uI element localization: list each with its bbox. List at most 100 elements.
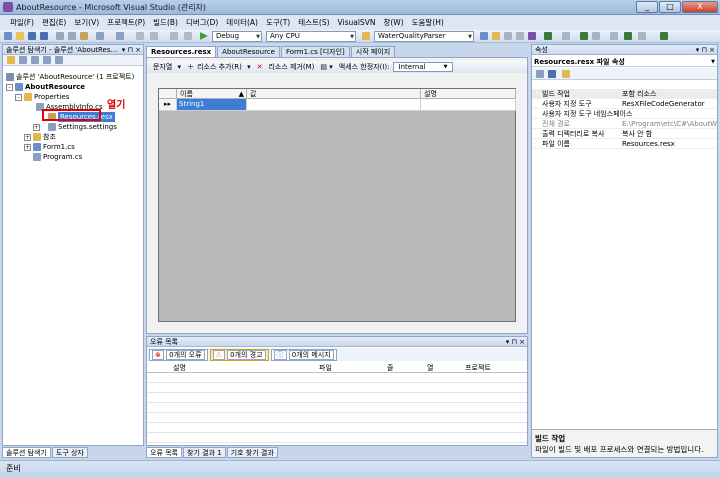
- tree-node-form1[interactable]: Form1.cs: [33, 142, 75, 152]
- messages-filter-button[interactable]: ⓘ 0개의 메시지: [270, 348, 337, 361]
- remove-resource-button[interactable]: 리소스 제거(M): [265, 62, 317, 72]
- toolbar-overflow-icon[interactable]: [660, 32, 668, 40]
- navigate-back-icon[interactable]: [136, 32, 144, 40]
- properties-icon[interactable]: [7, 56, 15, 64]
- alphabetical-icon[interactable]: [548, 70, 556, 78]
- add-resource-button[interactable]: ＋ 리소스 추가(R) ▾: [184, 62, 254, 72]
- property-row-custom-tool[interactable]: 사용자 지정 도구 ResXFileCodeGenerator: [532, 99, 717, 109]
- svn-update-icon[interactable]: [592, 32, 600, 40]
- expand-icon[interactable]: +: [24, 134, 31, 141]
- column-header-comment[interactable]: 설명: [421, 89, 516, 99]
- column-file[interactable]: 파일: [319, 363, 332, 373]
- find-in-files-icon[interactable]: [362, 32, 370, 40]
- tab-find-symbol-results[interactable]: 기호 찾기 결과: [226, 447, 278, 458]
- menu-tools[interactable]: 도구(T): [262, 17, 294, 28]
- toolbox-icon[interactable]: [516, 32, 524, 40]
- property-row-custom-tool-namespace[interactable]: 사용자 지정 도구 네임스페이스: [532, 109, 717, 119]
- access-modifier-select[interactable]: Internal ▼: [392, 62, 453, 72]
- row-marker[interactable]: ▸▸: [159, 99, 177, 111]
- menu-window[interactable]: 창(W): [379, 17, 407, 28]
- find-combo[interactable]: WaterQualityParser ▼: [374, 31, 474, 42]
- property-value[interactable]: 복사 안 함: [622, 129, 652, 139]
- tab-aboutresource[interactable]: AboutResource: [217, 46, 280, 57]
- open-file-icon[interactable]: [16, 32, 24, 40]
- strings-dropdown[interactable]: 문자열 ▾: [147, 62, 184, 72]
- property-row-copy-to-output[interactable]: 출력 디렉터리로 복사 복사 안 함: [532, 129, 717, 139]
- tree-node-solution[interactable]: 솔루션 'AboutResource' (1 프로젝트): [6, 72, 134, 82]
- menu-help[interactable]: 도움말(H): [408, 17, 448, 28]
- remove-resource-icon[interactable]: ✕: [254, 63, 266, 71]
- tab-resources-resx[interactable]: Resources.resx: [146, 46, 217, 57]
- tab-find-results[interactable]: 찾기 결과 1: [183, 447, 226, 458]
- pin-icon[interactable]: ▾ ⊓ ×: [122, 45, 141, 55]
- menu-debug[interactable]: 디버그(D): [182, 17, 222, 28]
- minimize-button[interactable]: _: [636, 1, 658, 13]
- property-row-file-name[interactable]: 파일 이름 Resources.resx: [532, 139, 717, 149]
- show-all-files-icon[interactable]: [19, 56, 27, 64]
- save-icon[interactable]: [28, 32, 36, 40]
- properties-window-icon[interactable]: [492, 32, 500, 40]
- expand-icon[interactable]: +: [24, 144, 31, 151]
- column-header-name[interactable]: 이름 ▲: [177, 89, 247, 99]
- redo-icon[interactable]: [116, 32, 124, 40]
- pin-icon[interactable]: ▾ ⊓ ×: [696, 45, 715, 55]
- menu-visualsvn[interactable]: VisualSVN: [334, 18, 380, 27]
- start-debugging-icon[interactable]: [200, 32, 208, 40]
- property-value[interactable]: Resources.resx: [622, 139, 675, 149]
- pin-icon[interactable]: ▾ ⊓ ×: [506, 337, 525, 347]
- view-designer-icon[interactable]: [55, 56, 63, 64]
- resource-value-cell[interactable]: [247, 99, 421, 111]
- navigate-forward-icon[interactable]: [150, 32, 158, 40]
- find-icon[interactable]: [184, 32, 192, 40]
- view-code-icon[interactable]: [43, 56, 51, 64]
- tree-node-settings[interactable]: Settings.settings: [48, 122, 117, 132]
- new-project-icon[interactable]: [4, 32, 12, 40]
- svn-icon[interactable]: [544, 32, 552, 40]
- errors-filter-button[interactable]: ⊗ 0개의 오류: [149, 348, 208, 361]
- property-value[interactable]: 포함 리소스: [622, 89, 656, 99]
- tree-node-properties[interactable]: Properties: [24, 92, 69, 102]
- property-pages-icon[interactable]: [562, 70, 570, 78]
- tab-form1-design[interactable]: Form1.cs [디자인]: [280, 46, 350, 57]
- svn-diff-icon[interactable]: [624, 32, 632, 40]
- svn-commit-icon[interactable]: [580, 32, 588, 40]
- solution-platform-select[interactable]: Any CPU ▼: [266, 31, 356, 42]
- copy-icon[interactable]: [68, 32, 76, 40]
- menu-view[interactable]: 보기(V): [70, 17, 103, 28]
- properties-object-select[interactable]: Resources.resx 파일 속성 ▼: [532, 57, 717, 67]
- object-browser-icon[interactable]: [504, 32, 512, 40]
- tab-toolbox[interactable]: 도구 상자: [51, 447, 88, 458]
- menu-test[interactable]: 테스트(S): [294, 17, 333, 28]
- property-value[interactable]: ResXFileCodeGenerator: [622, 99, 704, 109]
- tree-node-references[interactable]: 참조: [33, 132, 56, 142]
- menu-project[interactable]: 프로젝트(P): [103, 17, 149, 28]
- property-row-full-path[interactable]: 전체 경로 E:\Program\etc\C#\AboutW: [532, 119, 717, 129]
- property-row-build-action[interactable]: 빌드 작업 포함 리소스: [532, 89, 717, 99]
- column-description[interactable]: 설명: [173, 363, 186, 373]
- menu-data[interactable]: 데이터(A): [222, 17, 262, 28]
- close-button[interactable]: X: [682, 1, 718, 13]
- menu-edit[interactable]: 편집(E): [38, 17, 70, 28]
- solution-explorer-icon[interactable]: [480, 32, 488, 40]
- warnings-filter-button[interactable]: ⚠ 0개의 경고: [209, 348, 269, 361]
- undo-icon[interactable]: [96, 32, 104, 40]
- save-all-icon[interactable]: [40, 32, 48, 40]
- column-column[interactable]: 열: [427, 363, 433, 373]
- solution-config-icon[interactable]: [170, 32, 178, 40]
- tab-start-page[interactable]: 시작 페이지: [350, 46, 396, 57]
- menu-build[interactable]: 빌드(B): [149, 17, 182, 28]
- column-line[interactable]: 줄: [387, 363, 393, 373]
- start-page-icon[interactable]: [528, 32, 536, 40]
- maximize-button[interactable]: □: [659, 1, 681, 13]
- document-outline-icon[interactable]: [562, 32, 570, 40]
- tree-node-program[interactable]: Program.cs: [33, 152, 82, 162]
- tab-error-list[interactable]: 오류 목록: [146, 447, 182, 458]
- tree-node-project[interactable]: AboutResource: [15, 82, 85, 92]
- menu-file[interactable]: 파일(F): [6, 17, 38, 28]
- column-header-value[interactable]: 값: [247, 89, 421, 99]
- tab-solution-explorer[interactable]: 솔루션 탐색기: [2, 447, 51, 458]
- refresh-icon[interactable]: [31, 56, 39, 64]
- svn-revert-icon[interactable]: [638, 32, 646, 40]
- svn-log-icon[interactable]: [610, 32, 618, 40]
- collapse-icon[interactable]: -: [6, 84, 13, 91]
